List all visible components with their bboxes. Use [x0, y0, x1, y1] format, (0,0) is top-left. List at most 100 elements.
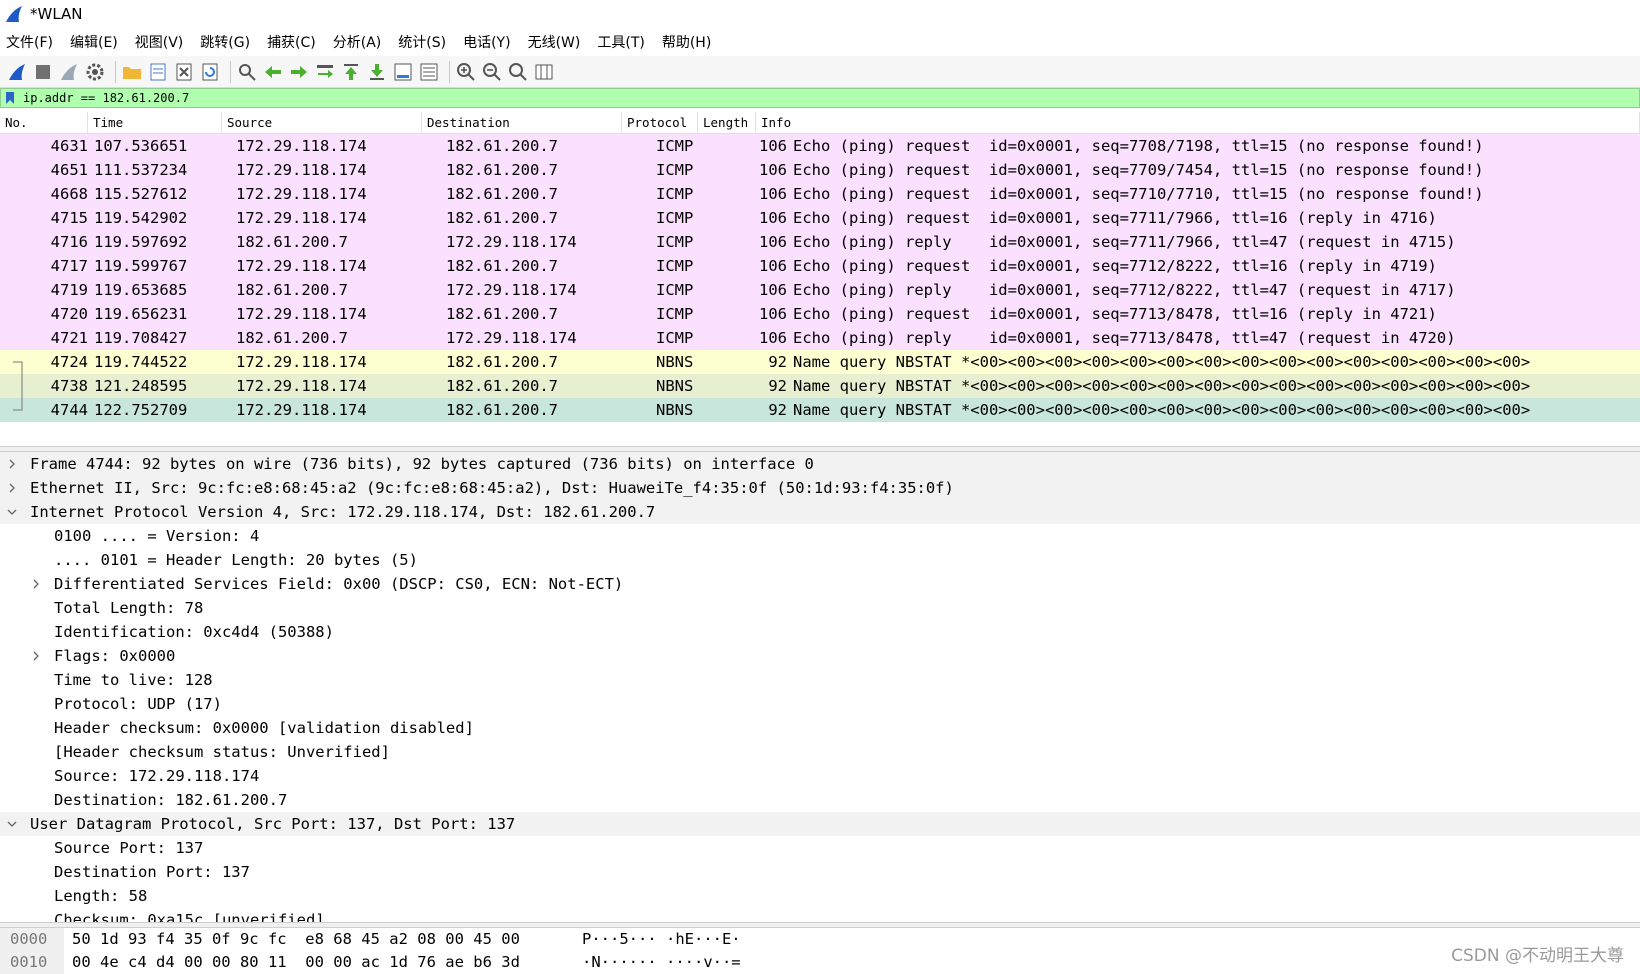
column-header-length[interactable]: Length: [698, 112, 756, 134]
menu-item[interactable]: 帮助(H): [662, 32, 711, 52]
chevron-down-icon[interactable]: [2, 820, 22, 828]
bytes-ascii[interactable]: ·N······ ····v··=: [564, 951, 741, 974]
column-header-protocol[interactable]: Protocol: [622, 112, 698, 134]
menu-item[interactable]: 电话(Y): [463, 32, 510, 52]
watermark-text: CSDN @不动明王大尊: [1451, 946, 1624, 966]
bytes-offset: 0010: [0, 951, 64, 974]
detail-tree-node[interactable]: Length: 58: [0, 884, 1640, 908]
detail-tree-node[interactable]: Ethernet II, Src: 9c:fc:e8:68:45:a2 (9c:…: [0, 476, 1640, 500]
menu-item[interactable]: 统计(S): [398, 32, 446, 52]
detail-text: Protocol: UDP (17): [54, 695, 222, 713]
detail-tree-node[interactable]: Source Port: 137: [0, 836, 1640, 860]
packet-number: 4651: [50, 161, 88, 179]
bytes-hex[interactable]: 00 4e c4 d4 00 00 80 11 00 00 ac 1d 76 a…: [64, 951, 564, 974]
packet-row[interactable]: 4715 119.542902 172.29.118.174 182.61.200.7…: [0, 206, 1640, 230]
packet-info: Name query NBSTAT *<00><00><00><00><00><…: [793, 401, 1531, 419]
menu-item[interactable]: 视图(V): [135, 32, 184, 52]
detail-tree-node[interactable]: Source: 172.29.118.174: [0, 764, 1640, 788]
chevron-right-icon[interactable]: [2, 459, 22, 469]
packet-row[interactable]: 4738 121.248595 172.29.118.174 182.61.200.7…: [0, 374, 1640, 398]
menu-item[interactable]: 捕获(C): [267, 32, 316, 52]
detail-tree-node[interactable]: .... 0101 = Header Length: 20 bytes (5): [0, 548, 1640, 572]
detail-tree-node[interactable]: Internet Protocol Version 4, Src: 172.29…: [0, 500, 1640, 524]
menu-item[interactable]: 工具(T): [597, 32, 644, 52]
packet-length: 106: [759, 137, 787, 155]
menu-item[interactable]: 无线(W): [528, 32, 581, 52]
detail-tree-node[interactable]: Destination: 182.61.200.7: [0, 788, 1640, 812]
column-header-no[interactable]: No.: [0, 112, 88, 134]
column-header-info[interactable]: Info: [756, 112, 1640, 134]
bookmark-icon[interactable]: [5, 90, 19, 106]
zoom-normal-icon[interactable]: [507, 61, 529, 83]
related-packet-line-icon: [11, 374, 23, 398]
capture-options-gear-icon[interactable]: [84, 61, 106, 83]
detail-tree-node[interactable]: Protocol: UDP (17): [0, 692, 1640, 716]
find-packet-icon[interactable]: [236, 61, 258, 83]
detail-tree-node[interactable]: 0100 .... = Version: 4: [0, 524, 1640, 548]
go-first-packet-icon[interactable]: [340, 61, 362, 83]
column-header-source[interactable]: Source: [222, 112, 422, 134]
restart-fin-icon[interactable]: [58, 61, 80, 83]
detail-tree-node[interactable]: Destination Port: 137: [0, 860, 1640, 884]
column-header-destination[interactable]: Destination: [422, 112, 622, 134]
detail-tree-node[interactable]: Header checksum: 0x0000 [validation disa…: [0, 716, 1640, 740]
packet-source: 182.61.200.7: [236, 329, 348, 347]
packet-row[interactable]: 4631 107.536651 172.29.118.174 182.61.200.7…: [0, 134, 1640, 158]
menu-item[interactable]: 文件(F): [6, 32, 53, 52]
go-to-packet-icon[interactable]: [314, 61, 336, 83]
menu-item[interactable]: 编辑(E): [70, 32, 118, 52]
go-last-packet-icon[interactable]: [366, 61, 388, 83]
packet-protocol: ICMP: [656, 185, 694, 203]
packet-row[interactable]: 4720 119.656231 172.29.118.174 182.61.200.7…: [0, 302, 1640, 326]
menu-item[interactable]: 跳转(G): [200, 32, 250, 52]
zoom-out-icon[interactable]: [481, 61, 503, 83]
packet-row[interactable]: 4651 111.537234 172.29.118.174 182.61.200.7…: [0, 158, 1640, 182]
window-title: *WLAN: [30, 5, 83, 23]
go-forward-arrow-icon[interactable]: [288, 61, 310, 83]
close-file-icon[interactable]: [173, 61, 195, 83]
packet-row[interactable]: 4719 119.653685 182.61.200.7 172.29.118.174…: [0, 278, 1640, 302]
wireshark-fin-icon: [6, 6, 22, 22]
stop-square-icon[interactable]: [32, 61, 54, 83]
chevron-right-icon[interactable]: [2, 483, 22, 493]
packet-row[interactable]: 4668 115.527612 172.29.118.174 182.61.200.7…: [0, 182, 1640, 206]
display-filter-input[interactable]: [23, 89, 1623, 107]
detail-tree-node[interactable]: Frame 4744: 92 bytes on wire (736 bits),…: [0, 452, 1640, 476]
packet-destination: 182.61.200.7: [446, 257, 558, 275]
detail-text: Destination Port: 137: [54, 863, 250, 881]
detail-tree-node[interactable]: Time to live: 128: [0, 668, 1640, 692]
packet-row[interactable]: 4717 119.599767 172.29.118.174 182.61.200.7…: [0, 254, 1640, 278]
reload-file-icon[interactable]: [199, 61, 221, 83]
chevron-right-icon[interactable]: [26, 579, 46, 589]
chevron-right-icon[interactable]: [26, 651, 46, 661]
shark-fin-start-icon[interactable]: [6, 61, 28, 83]
column-header-time[interactable]: Time: [88, 112, 222, 134]
chevron-down-icon[interactable]: [2, 508, 22, 516]
resize-columns-icon[interactable]: [533, 61, 555, 83]
detail-tree-node[interactable]: Differentiated Services Field: 0x00 (DSC…: [0, 572, 1640, 596]
bytes-ascii[interactable]: P···5··· ·hE···E·: [564, 928, 741, 951]
detail-text: Differentiated Services Field: 0x00 (DSC…: [54, 575, 624, 593]
autoscroll-icon[interactable]: [392, 61, 414, 83]
zoom-in-icon[interactable]: [455, 61, 477, 83]
detail-tree-node[interactable]: Identification: 0xc4d4 (50388): [0, 620, 1640, 644]
go-back-arrow-icon[interactable]: [262, 61, 284, 83]
detail-tree-node[interactable]: Flags: 0x0000: [0, 644, 1640, 668]
packet-destination: 182.61.200.7: [446, 305, 558, 323]
packet-row[interactable]: 4744 122.752709 172.29.118.174 182.61.200.7…: [0, 398, 1640, 422]
packet-row[interactable]: 4716 119.597692 182.61.200.7 172.29.118.174…: [0, 230, 1640, 254]
packet-row[interactable]: 4721 119.708427 182.61.200.7 172.29.118.174…: [0, 326, 1640, 350]
save-file-icon[interactable]: [147, 61, 169, 83]
packet-details-tree: Frame 4744: 92 bytes on wire (736 bits),…: [0, 452, 1640, 922]
menu-item[interactable]: 分析(A): [333, 32, 382, 52]
packet-length: 106: [759, 329, 787, 347]
detail-text: Length: 58: [54, 887, 148, 905]
detail-tree-node[interactable]: User Datagram Protocol, Src Port: 137, D…: [0, 812, 1640, 836]
open-folder-icon[interactable]: [121, 61, 143, 83]
bytes-hex[interactable]: 50 1d 93 f4 35 0f 9c fc e8 68 45 a2 08 0…: [64, 928, 564, 951]
detail-tree-node[interactable]: Checksum: 0xa15c [unverified]: [0, 908, 1640, 922]
colorize-list-icon[interactable]: [418, 61, 440, 83]
detail-tree-node[interactable]: Total Length: 78: [0, 596, 1640, 620]
packet-row[interactable]: 4724 119.744522 172.29.118.174 182.61.200.7…: [0, 350, 1640, 374]
detail-tree-node[interactable]: [Header checksum status: Unverified]: [0, 740, 1640, 764]
